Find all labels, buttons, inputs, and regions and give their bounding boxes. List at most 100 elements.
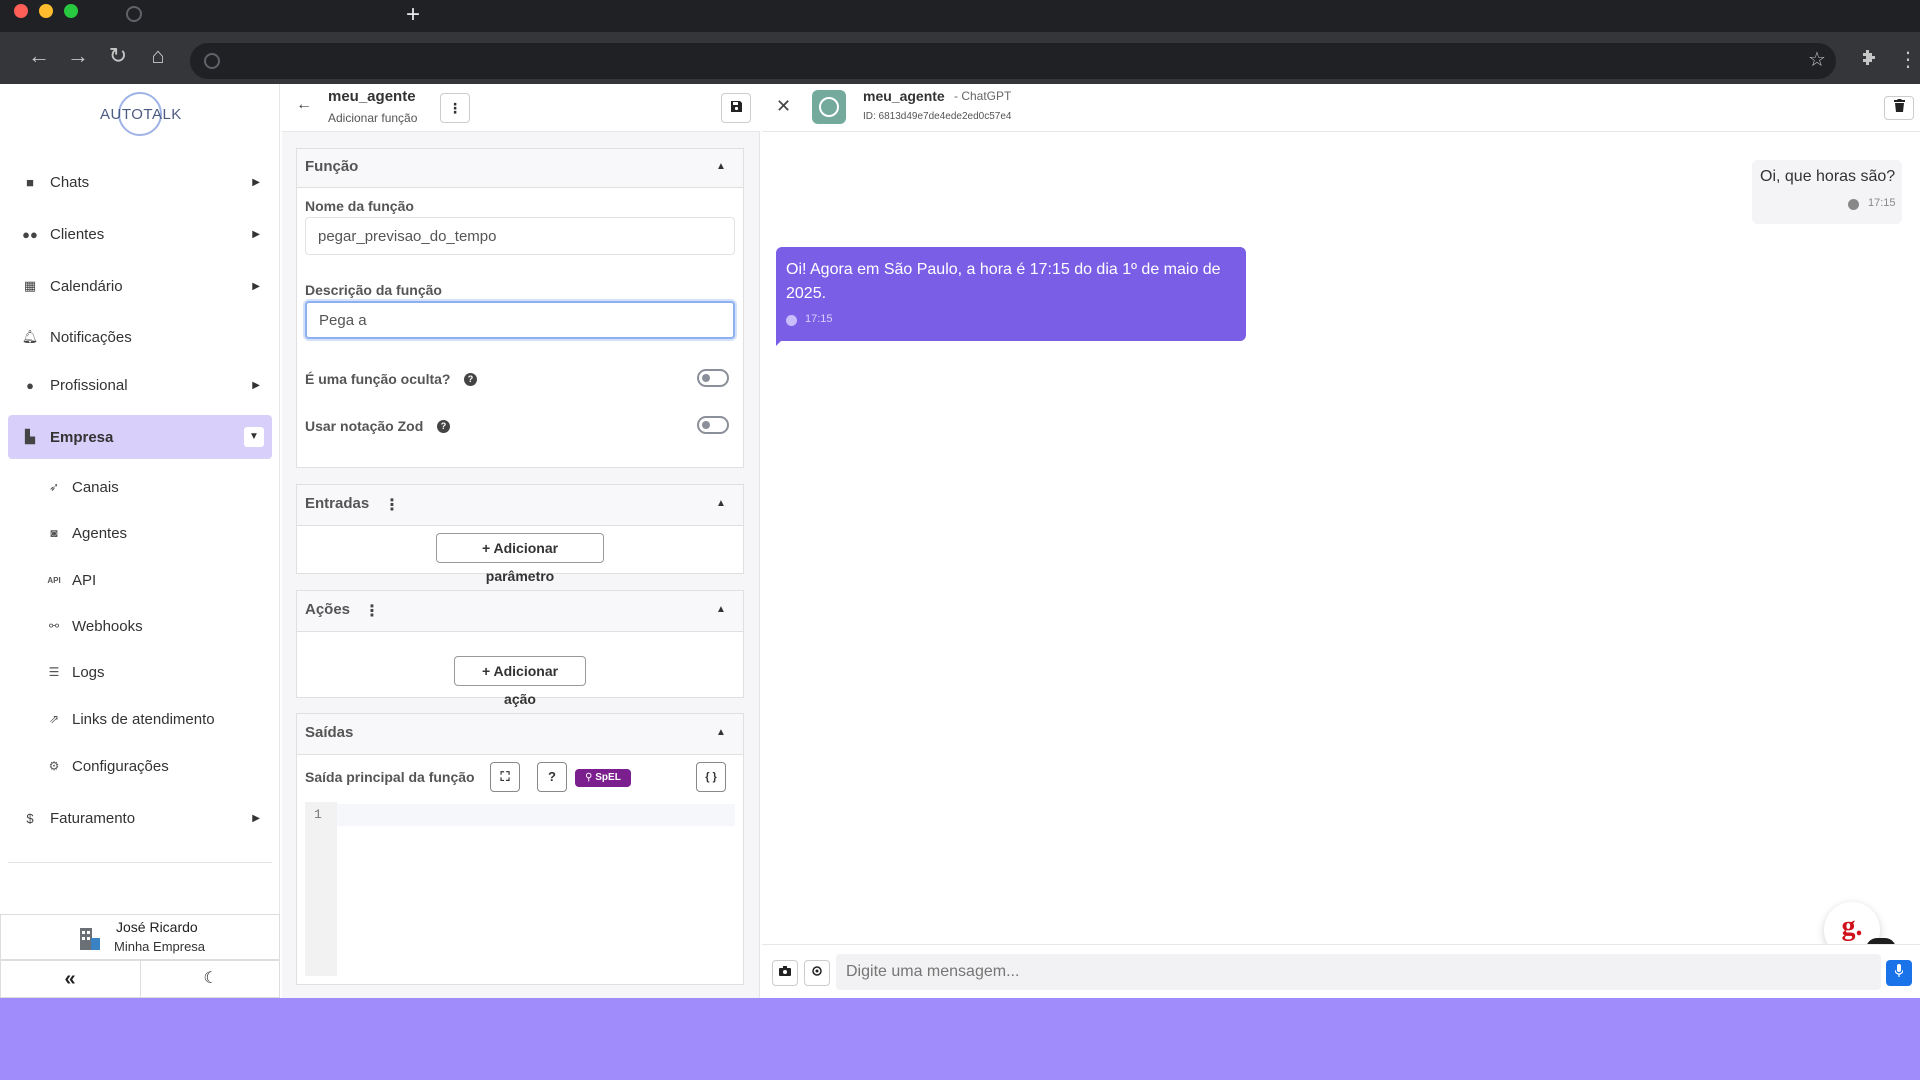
spel-label: SpEL [595, 772, 621, 783]
caret-right-icon: ▶ [252, 280, 260, 292]
collapse-sidebar-button[interactable]: « [0, 960, 140, 998]
window-close-button[interactable] [14, 4, 28, 18]
site-info-icon[interactable] [204, 53, 220, 69]
function-name-input[interactable] [305, 217, 735, 255]
sidebar-subitem-canais[interactable]: ➶ Canais [46, 469, 119, 505]
sidebar-item-profissional[interactable]: ● Profissional ▶ [8, 363, 272, 407]
building-icon: ▙ [25, 429, 35, 444]
help-button[interactable]: ? [537, 762, 567, 792]
caret-down-icon[interactable]: ▼ [244, 427, 264, 447]
hidden-function-label: É uma função oculta? [305, 371, 451, 387]
back-arrow-icon[interactable]: ← [25, 44, 53, 68]
clock-icon [786, 315, 797, 326]
bot-message-time: 17:15 [805, 313, 833, 325]
sidebar-item-label: Empresa [50, 428, 114, 446]
address-bar[interactable] [190, 43, 1836, 79]
sidebar-item-notificacoes[interactable]: 🔔︎ Notificações [8, 315, 272, 359]
external-link-icon: ⇗ [48, 712, 60, 726]
caret-right-icon: ▶ [252, 228, 260, 240]
sidebar-item-faturamento[interactable]: $ Faturamento ▶ [8, 796, 272, 840]
robot-icon: ◙ [50, 526, 58, 540]
help-icon[interactable]: ? [464, 373, 477, 386]
search-icon: ⚲ [585, 772, 596, 783]
chatgpt-logo-icon [819, 97, 839, 117]
attachment-button[interactable] [804, 960, 830, 986]
collapse-caret-icon[interactable]: ▲ [716, 604, 726, 615]
sidebar-item-calendario[interactable]: ▦ Calendário ▶ [8, 264, 272, 308]
back-arrow-icon[interactable]: ← [296, 96, 312, 114]
help-icon[interactable]: ? [437, 420, 450, 433]
funcao-card-header[interactable] [296, 148, 744, 188]
collapse-caret-icon[interactable]: ▲ [716, 727, 726, 738]
close-icon[interactable]: ✕ [776, 96, 791, 117]
extensions-icon[interactable] [1859, 48, 1879, 74]
forward-arrow-icon[interactable]: → [64, 44, 92, 68]
hidden-function-toggle[interactable] [697, 369, 729, 387]
logo-text: AUTOTALK [100, 106, 182, 123]
trash-icon [1893, 99, 1905, 112]
output-code-editor[interactable] [305, 802, 735, 976]
add-parameter-label: Adicionar parâmetro [485, 540, 559, 584]
entradas-options-icon[interactable]: ⋮ [384, 495, 400, 515]
collapse-caret-icon[interactable]: ▲ [716, 161, 726, 172]
microphone-button[interactable] [1886, 960, 1912, 986]
code-braces-button[interactable]: { } [696, 762, 726, 792]
webhook-icon: ⚯ [48, 619, 60, 633]
add-action-button[interactable]: + Adicionar ação [454, 656, 586, 707]
trash-button[interactable] [1884, 96, 1914, 120]
line-number: 1 [314, 807, 322, 822]
sidebar-subitem-agentes[interactable]: ◙ Agentes [46, 515, 127, 551]
function-name-label: Nome da função [305, 198, 414, 214]
acoes-options-icon[interactable]: ⋮ [364, 601, 380, 621]
agent-options-button[interactable]: ⋮ [440, 93, 470, 123]
users-icon: ●● [22, 226, 38, 242]
fullscreen-button[interactable]: ⛶ [490, 762, 520, 792]
sidebar-item-label: Notificações [50, 328, 132, 346]
window-maximize-button[interactable] [64, 4, 78, 18]
sidebar-subitem-api[interactable]: API API [46, 562, 96, 598]
sidebar-subitem-configuracoes[interactable]: ⚙ Configurações [46, 748, 169, 784]
dollar-icon: $ [26, 810, 34, 826]
spel-badge[interactable]: ⚲ SpEL [575, 769, 631, 787]
acoes-card-title: Ações [305, 601, 351, 618]
agent-name: meu_agente [328, 88, 416, 105]
collapse-caret-icon[interactable]: ▲ [716, 498, 726, 509]
sidebar-subitem-webhooks[interactable]: ⚯ Webhooks [46, 608, 143, 644]
save-button[interactable] [721, 93, 751, 123]
browser-menu-icon[interactable]: ⋮ [1898, 48, 1918, 72]
sidebar-item-empresa[interactable]: ▙ Empresa ▼ [8, 415, 272, 459]
list-icon: ☰ [48, 665, 60, 679]
sidebar-item-chats[interactable]: ■ Chats ▶ [8, 160, 272, 204]
sidebar-subitem-label: Links de atendimento [72, 710, 215, 728]
sidebar-item-label: Profissional [50, 376, 128, 394]
dark-mode-toggle-button[interactable]: ☾ [140, 960, 280, 998]
zod-notation-toggle[interactable] [697, 416, 729, 434]
home-icon[interactable]: ⌂ [144, 44, 172, 68]
add-parameter-button[interactable]: + Adicionar parâmetro [436, 533, 604, 584]
saidas-card-header[interactable] [296, 713, 744, 755]
sidebar-item-label: Faturamento [50, 809, 136, 827]
api-icon: API [47, 575, 61, 585]
chat-bubble-icon: ■ [26, 174, 34, 190]
autotalk-logo[interactable]: AUTOTALK [100, 92, 182, 140]
message-input[interactable] [836, 954, 1881, 990]
function-description-input[interactable] [305, 301, 735, 339]
star-icon[interactable]: ☆ [1808, 48, 1826, 72]
new-tab-button[interactable]: + [406, 2, 420, 28]
sidebar-item-clientes[interactable]: ●● Clientes ▶ [8, 212, 272, 256]
user-message-time: 17:15 [1868, 197, 1896, 209]
company-avatar [78, 924, 102, 952]
browser-tab[interactable] [108, 0, 398, 32]
sidebar-item-label: Chats [50, 173, 90, 191]
plus-icon: + [481, 540, 494, 556]
user-name: José Ricardo [116, 919, 198, 935]
reload-icon[interactable]: ↻ [104, 44, 132, 68]
sidebar-subitem-links-de-atendimento[interactable]: ⇗ Links de atendimento [46, 701, 215, 737]
camera-button[interactable] [772, 960, 798, 986]
sidebar-subitem-logs[interactable]: ☰ Logs [46, 654, 105, 690]
window-minimize-button[interactable] [39, 4, 53, 18]
chat-id: ID: 6813d49e7de4ede2ed0c57e4 [863, 111, 1012, 122]
plus-icon: + [481, 663, 494, 679]
sidebar-subitem-label: Canais [72, 478, 119, 496]
function-description-label: Descrição da função [305, 282, 442, 298]
